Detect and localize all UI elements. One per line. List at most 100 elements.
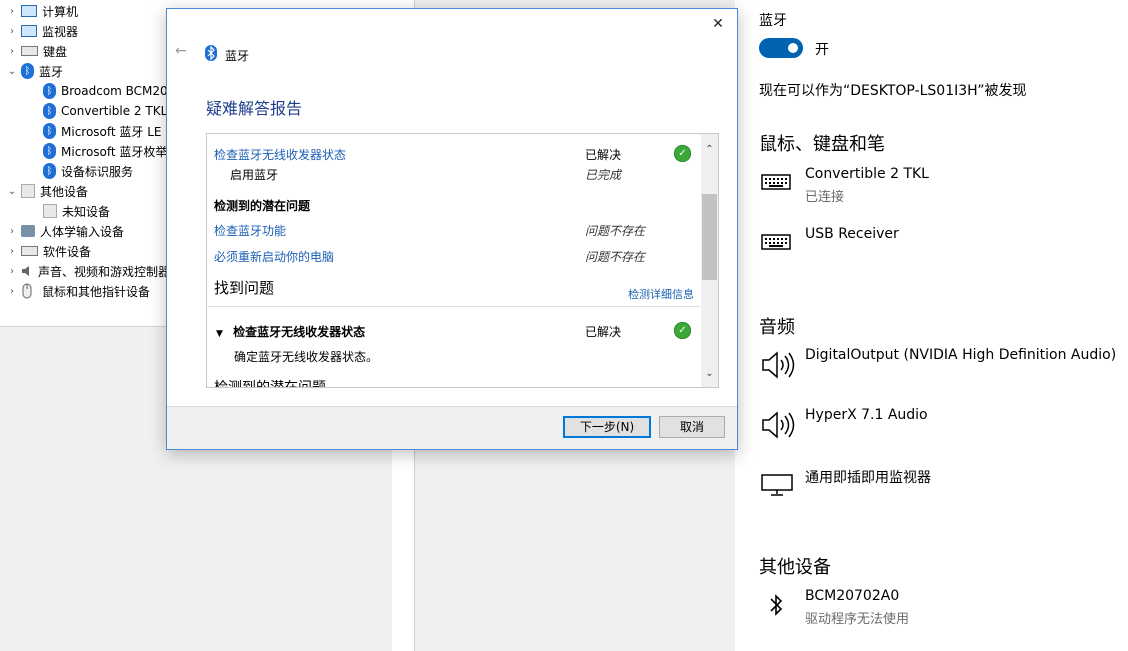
speaker-icon <box>21 264 33 278</box>
tree-item-broadcom[interactable]: ᛒ Broadcom BCM20 <box>40 81 168 101</box>
device-status: 驱动程序无法使用 <box>805 612 910 627</box>
chevron-right-icon[interactable]: › <box>6 46 18 57</box>
tree-item-label: 蓝牙 <box>39 64 64 79</box>
device-name: 通用即插即用监视器 <box>805 470 931 486</box>
bluetooth-icon <box>770 594 783 616</box>
dialog-footer: 下一步(N) 取消 <box>167 406 737 449</box>
chevron-down-icon[interactable]: ⌄ <box>6 186 18 197</box>
section-expander[interactable]: ▼ 检查蓝牙无线收发器状态 <box>216 323 365 340</box>
tree-item-label: 计算机 <box>42 4 79 19</box>
tree-item-hid[interactable]: › 人体学输入设备 <box>6 221 124 241</box>
keyboard-icon <box>761 234 791 250</box>
tree-item-computer[interactable]: › 计算机 <box>6 1 78 21</box>
speaker-icon <box>762 411 795 439</box>
chevron-right-icon[interactable]: › <box>6 266 18 277</box>
device-name: BCM20702A0 <box>805 588 900 604</box>
bluetooth-icon: ᛒ <box>43 123 56 139</box>
keyboard-icon <box>761 174 791 190</box>
tree-item-label: Microsoft 蓝牙 LE <box>61 124 162 139</box>
scroll-thumb[interactable] <box>702 194 717 280</box>
chevron-right-icon[interactable]: › <box>6 246 18 257</box>
triangle-down-icon: ▼ <box>216 329 223 339</box>
tree-item-label: 监视器 <box>42 24 79 39</box>
chevron-down-icon[interactable]: ⌄ <box>6 66 18 77</box>
issue-restart-link[interactable]: 必须重新启动你的电脑 <box>214 248 334 265</box>
tree-item-label: 键盘 <box>43 44 68 59</box>
tree-item-convertible[interactable]: ᛒ Convertible 2 TKL <box>40 101 167 121</box>
tree-item-label: 声音、视频和游戏控制器 <box>38 264 171 279</box>
computer-icon <box>21 5 37 17</box>
report-scrollbar[interactable]: ⌃ ⌄ <box>701 134 718 387</box>
other-devices-icon <box>21 184 35 198</box>
tree-item-sound[interactable]: › 声音、视频和游戏控制器 <box>6 261 170 281</box>
monitor-icon <box>761 474 793 496</box>
troubleshooter-dialog: ✕ ← 蓝牙 疑难解答报告 检查蓝牙无线收发器状态 已解决 ✓ 启用蓝牙 已完成… <box>166 8 738 450</box>
tree-item-monitors[interactable]: › 监视器 <box>6 21 78 41</box>
keyboard-icon <box>21 46 38 56</box>
detection-details-link[interactable]: 检测详细信息 <box>628 286 694 302</box>
tree-item-ms-bt-le[interactable]: ᛒ Microsoft 蓝牙 LE <box>40 121 162 141</box>
scroll-down-icon[interactable]: ⌄ <box>701 368 718 379</box>
tree-item-other-devices[interactable]: ⌄ 其他设备 <box>6 181 88 201</box>
check-success-icon: ✓ <box>674 145 691 162</box>
chevron-right-icon[interactable]: › <box>6 6 18 17</box>
section-title: 检查蓝牙无线收发器状态 <box>233 325 366 339</box>
cancel-button[interactable]: 取消 <box>659 416 725 438</box>
bluetooth-icon <box>205 45 217 61</box>
toggle-state-label: 开 <box>815 42 829 58</box>
tree-item-unknown-device[interactable]: 未知设备 <box>40 201 110 221</box>
chevron-right-icon[interactable]: › <box>6 286 18 297</box>
found-issues-heading: 找到问题 <box>214 279 275 297</box>
tree-item-label: 未知设备 <box>62 204 111 219</box>
discoverable-text: 现在可以作为“DESKTOP-LS01I3H”被发现 <box>759 83 1027 99</box>
back-arrow-icon[interactable]: ← <box>175 43 187 59</box>
device-name: DigitalOutput (NVIDIA High Definition Au… <box>805 347 1117 363</box>
tree-item-device-id-service[interactable]: ᛒ 设备标识服务 <box>40 161 133 181</box>
tree-item-label: 设备标识服务 <box>61 164 134 179</box>
device-name: Convertible 2 TKL <box>805 166 929 182</box>
report-heading: 疑难解答报告 <box>206 99 303 118</box>
dialog-title: 蓝牙 <box>225 49 250 63</box>
tree-item-label: Broadcom BCM20 <box>61 84 168 98</box>
tree-item-label: 人体学输入设备 <box>40 224 125 239</box>
section-heading-input: 鼠标、键盘和笔 <box>759 134 885 155</box>
chevron-right-icon[interactable]: › <box>6 26 18 37</box>
tree-item-label: 软件设备 <box>43 244 92 259</box>
scroll-up-icon[interactable]: ⌃ <box>701 144 718 155</box>
mouse-icon <box>21 283 37 299</box>
cut-off-heading: 检测到的潜在问题 <box>214 380 326 388</box>
bluetooth-toggle[interactable] <box>759 38 803 58</box>
close-icon[interactable]: ✕ <box>707 13 729 35</box>
software-device-icon <box>21 246 38 256</box>
tree-item-mice[interactable]: › 鼠标和其他指针设备 <box>6 281 150 301</box>
status-text: 已解决 <box>585 148 622 162</box>
tree-item-keyboards[interactable]: › 键盘 <box>6 41 67 61</box>
device-name: USB Receiver <box>805 226 899 242</box>
bluetooth-icon: ᛒ <box>43 83 56 99</box>
check-radio-status-link[interactable]: 检查蓝牙无线收发器状态 <box>214 146 346 163</box>
potential-issues-heading: 检测到的潜在问题 <box>214 199 311 213</box>
tree-item-label: 鼠标和其他指针设备 <box>42 284 151 299</box>
issue-bt-function-link[interactable]: 检查蓝牙功能 <box>214 222 286 239</box>
chevron-right-icon[interactable]: › <box>6 226 18 237</box>
hid-icon <box>21 225 35 237</box>
issue-status: 问题不存在 <box>585 250 646 264</box>
issue-status: 问题不存在 <box>585 224 646 238</box>
section-heading-other: 其他设备 <box>759 557 831 578</box>
toggle-knob <box>788 43 798 53</box>
bluetooth-label: 蓝牙 <box>759 13 787 29</box>
bluetooth-icon: ᛒ <box>43 163 56 179</box>
check-success-icon: ✓ <box>674 322 691 339</box>
tree-item-label: Microsoft 蓝牙枚举 <box>61 144 168 159</box>
warning-icon <box>43 204 57 218</box>
tree-item-bluetooth[interactable]: ⌄ ᛒ 蓝牙 <box>6 61 63 81</box>
next-button[interactable]: 下一步(N) <box>563 416 651 438</box>
device-name: HyperX 7.1 Audio <box>805 407 928 423</box>
section-divider <box>207 306 700 307</box>
tree-item-ms-bt-enum[interactable]: ᛒ Microsoft 蓝牙枚举 <box>40 141 167 161</box>
sub-step-status: 已完成 <box>585 168 622 182</box>
status-text: 已解决 <box>585 325 622 339</box>
tree-item-software-devices[interactable]: › 软件设备 <box>6 241 91 261</box>
speaker-icon <box>762 351 795 379</box>
bluetooth-icon: ᛒ <box>21 63 34 79</box>
